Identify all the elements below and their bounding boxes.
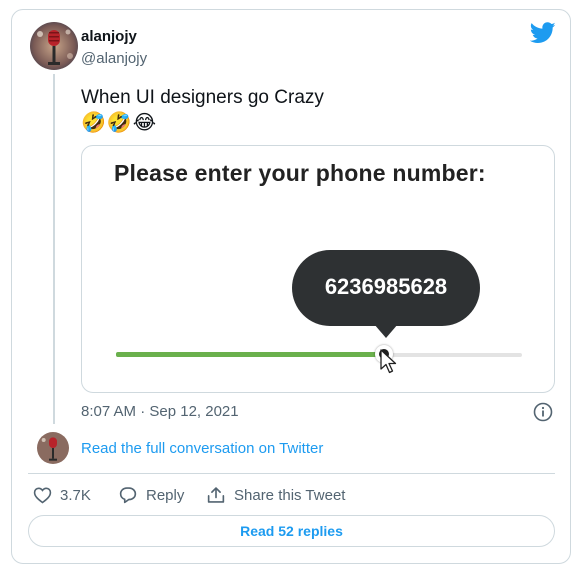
display-name[interactable]: alanjojy [81, 28, 137, 45]
share-button[interactable]: Share this Tweet [206, 486, 345, 504]
tooltip-tail [374, 324, 398, 338]
twitter-bird-icon[interactable] [530, 22, 556, 44]
share-icon [207, 487, 225, 503]
slider-fill [116, 352, 384, 357]
value-tooltip: 6236985628 [292, 250, 480, 326]
read-full-conversation-link[interactable]: Read the full conversation on Twitter [81, 440, 323, 457]
user-avatar[interactable] [30, 22, 78, 70]
tweet-emojis: 🤣🤣😂 [81, 112, 158, 134]
info-icon[interactable] [533, 402, 553, 422]
tweet-media-image[interactable]: Please enter your phone number: 62369856… [81, 145, 555, 393]
tweet-text: When UI designers go Crazy [81, 87, 324, 108]
divider [28, 473, 555, 474]
read-replies-button[interactable]: Read 52 replies [28, 515, 555, 547]
reply-label: Reply [146, 486, 185, 504]
heart-icon [33, 487, 52, 504]
like-button[interactable]: 3.7K [33, 486, 91, 504]
reply-button[interactable]: Reply [118, 486, 184, 504]
reply-avatar[interactable] [37, 432, 69, 464]
reply-bubble-icon [119, 487, 137, 504]
tweet-timestamp[interactable]: 8:07 AM · Sep 12, 2021 [81, 403, 239, 420]
thread-line [53, 74, 55, 424]
user-handle[interactable]: @alanjojy [81, 50, 147, 67]
phone-value: 6236985628 [324, 274, 448, 299]
phone-prompt: Please enter your phone number: [114, 160, 486, 186]
mouse-cursor-icon [380, 349, 397, 374]
like-count: 3.7K [60, 486, 91, 504]
share-label: Share this Tweet [234, 486, 346, 504]
